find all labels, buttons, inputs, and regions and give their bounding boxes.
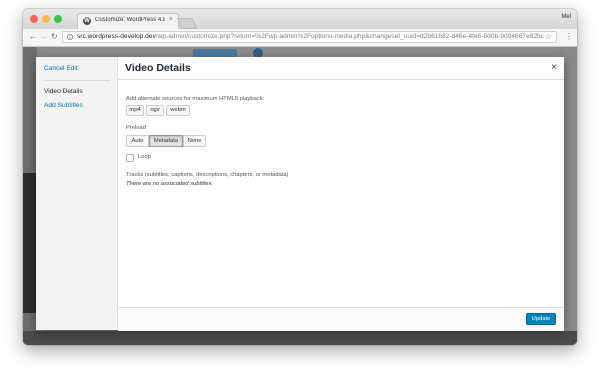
browser-menu-icon[interactable]: ⋮ — [565, 32, 573, 41]
sources-label: Add alternate sources for maximum HTML5 … — [126, 96, 265, 102]
menu-item-add-subtitles[interactable]: Add Subtitles — [44, 102, 83, 109]
add-webm-source-button[interactable]: webm — [166, 105, 190, 116]
minimize-window-button[interactable] — [42, 15, 50, 23]
update-button[interactable]: Update — [526, 313, 556, 325]
url-host: src.wordpress-develop.dev — [77, 33, 156, 40]
video-details-modal: Cancel Edit Video Details Add Subtitles … — [36, 57, 564, 331]
forward-icon[interactable]: → — [40, 32, 48, 41]
close-icon[interactable]: × — [551, 62, 557, 73]
customizer-page: Cancel Edit Video Details Add Subtitles … — [23, 47, 577, 345]
modal-title: Video Details — [125, 62, 191, 74]
modal-footer: Update — [118, 307, 564, 331]
no-subtitles-text: There are no associated subtitles. — [126, 181, 214, 187]
menu-separator — [44, 80, 110, 81]
close-window-button[interactable] — [30, 15, 38, 23]
preload-none-button[interactable]: None — [183, 135, 206, 147]
profile-name[interactable]: Mel — [561, 14, 571, 20]
loop-checkbox[interactable] — [126, 154, 134, 162]
new-tab-button[interactable] — [176, 18, 198, 29]
tab-close-icon[interactable]: × — [169, 16, 173, 23]
address-bar[interactable]: src.wordpress-develop.dev/wp-admin/custo… — [62, 31, 557, 43]
add-ogv-source-button[interactable]: ogv — [146, 105, 164, 116]
page-info-icon — [67, 34, 73, 40]
zoom-window-button[interactable] — [54, 15, 62, 23]
title-separator — [118, 79, 564, 80]
menu-item-video-details[interactable]: Video Details — [44, 88, 83, 95]
url-path: /wp-admin/customize.php?return=%2Fwp-adm… — [155, 33, 544, 40]
browser-toolbar: ← → ↻ src.wordpress-develop.dev/wp-admin… — [23, 29, 577, 47]
preload-metadata-button[interactable]: Metadata — [149, 135, 183, 147]
add-mp4-source-button[interactable]: mp4 — [126, 105, 144, 116]
url-text: src.wordpress-develop.dev/wp-admin/custo… — [77, 33, 544, 40]
preload-label: Preload — [126, 125, 146, 131]
modal-content: Video Details × Add alternate sources fo… — [118, 57, 564, 331]
preload-auto-button[interactable]: Auto — [126, 135, 149, 147]
title-bar: W Customize: WordPress 4.8 ‹ d × Mel — [23, 9, 577, 29]
bookmark-star-icon[interactable]: ☆ — [545, 32, 552, 41]
publish-button-backdrop — [193, 49, 237, 57]
loop-label: Loop — [138, 154, 151, 160]
browser-window: W Customize: WordPress 4.8 ‹ d × Mel ← →… — [23, 9, 577, 345]
customizer-footer-backdrop — [23, 331, 577, 345]
preview-backdrop — [23, 173, 37, 313]
tab-title: Customize: WordPress 4.8 ‹ d — [95, 17, 165, 23]
cancel-edit-link[interactable]: Cancel Edit — [44, 65, 78, 72]
browser-tab[interactable]: W Customize: WordPress 4.8 ‹ d × — [77, 13, 179, 29]
modal-menu: Cancel Edit Video Details Add Subtitles — [36, 57, 118, 330]
tracks-label: Tracks (subtitles, captions, description… — [126, 172, 289, 178]
reload-icon[interactable]: ↻ — [51, 32, 58, 41]
back-icon[interactable]: ← — [29, 32, 37, 41]
wordpress-icon: W — [83, 17, 91, 25]
